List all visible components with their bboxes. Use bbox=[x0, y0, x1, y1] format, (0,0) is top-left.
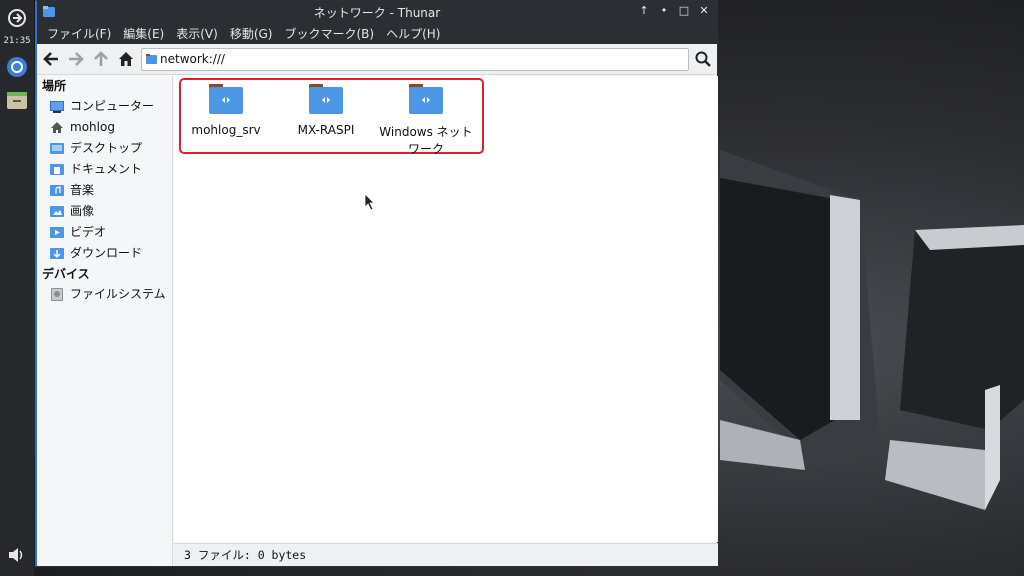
menu-file[interactable]: ファイル(F) bbox=[41, 25, 117, 42]
sidebar-heading-places: 場所 bbox=[42, 79, 67, 93]
sidebar-item-label: ダウンロード bbox=[70, 246, 143, 260]
sidebar-item-pictures[interactable]: 画像 bbox=[37, 201, 172, 222]
file-item-label-line2: ワーク bbox=[407, 142, 444, 156]
close-button[interactable]: ✕ bbox=[695, 3, 713, 19]
thunar-window: ネットワーク - Thunar ↑ • □ ✕ ファイル(F) 編集(E) 表示… bbox=[35, 0, 718, 567]
mouse-pointer-icon bbox=[364, 193, 375, 211]
sidebar: 場所 コンピューター mohlog デスクトップ ドキュメント 音楽 画像 ビデ… bbox=[37, 76, 173, 566]
menu-help[interactable]: ヘルプ(H) bbox=[380, 25, 446, 42]
file-item-label: Windows ネット bbox=[379, 125, 473, 139]
computer-icon bbox=[50, 101, 64, 113]
logout-icon[interactable] bbox=[5, 6, 29, 30]
file-view[interactable]: mohlog_srv MX-RASPI Windows ネット ワーク bbox=[174, 76, 718, 542]
file-item-label: MX-RASPI bbox=[297, 123, 355, 137]
location-input[interactable]: network:/// bbox=[160, 52, 225, 66]
file-manager-launcher-icon[interactable] bbox=[5, 88, 29, 112]
documents-folder-icon bbox=[50, 164, 64, 175]
sidebar-item-music[interactable]: 音楽 bbox=[37, 180, 172, 201]
toolbar: network:/// bbox=[37, 44, 717, 75]
network-folder-icon bbox=[409, 84, 443, 114]
sidebar-item-label: デスクトップ bbox=[70, 141, 143, 155]
menu-go[interactable]: 移動(G) bbox=[224, 25, 279, 42]
up-arrow-icon[interactable] bbox=[90, 48, 112, 70]
keep-above-button[interactable]: ↑ bbox=[635, 3, 653, 19]
browser-launcher-icon[interactable] bbox=[5, 55, 29, 79]
sidebar-heading-devices: デバイス bbox=[42, 267, 90, 281]
minimize-button[interactable]: • bbox=[655, 3, 673, 19]
network-share-item[interactable]: MX-RASPI bbox=[276, 84, 376, 137]
panel-clock[interactable]: 21:35 bbox=[0, 36, 34, 46]
maximize-button[interactable]: □ bbox=[675, 3, 693, 19]
sidebar-item-videos[interactable]: ビデオ bbox=[37, 222, 172, 243]
videos-folder-icon bbox=[50, 227, 64, 238]
status-bar: 3 ファイル: 0 bytes bbox=[174, 543, 718, 566]
menubar: ファイル(F) 編集(E) 表示(V) 移動(G) ブックマーク(B) ヘルプ(… bbox=[37, 22, 717, 44]
network-folder-icon bbox=[309, 84, 343, 114]
network-share-item[interactable]: Windows ネット ワーク bbox=[376, 84, 476, 157]
menu-bookmarks[interactable]: ブックマーク(B) bbox=[278, 25, 380, 42]
sidebar-item-desktop[interactable]: デスクトップ bbox=[37, 138, 172, 159]
forward-arrow-icon[interactable] bbox=[65, 48, 87, 70]
sidebar-item-label: ドキュメント bbox=[70, 162, 143, 176]
left-panel: 21:35 bbox=[0, 0, 34, 576]
sidebar-item-label: 画像 bbox=[70, 204, 95, 218]
drive-icon bbox=[51, 288, 63, 301]
sidebar-item-filesystem[interactable]: ファイルシステム bbox=[37, 284, 172, 305]
sidebar-item-downloads[interactable]: ダウンロード bbox=[37, 243, 172, 264]
sidebar-item-home[interactable]: mohlog bbox=[37, 117, 172, 138]
search-icon[interactable] bbox=[692, 48, 714, 70]
sidebar-item-label: 音楽 bbox=[70, 183, 95, 197]
volume-icon[interactable] bbox=[5, 543, 29, 567]
music-folder-icon bbox=[50, 185, 64, 196]
back-arrow-icon[interactable] bbox=[40, 48, 62, 70]
pictures-folder-icon bbox=[50, 206, 64, 217]
downloads-folder-icon bbox=[50, 248, 64, 259]
sidebar-item-computer[interactable]: コンピューター bbox=[37, 96, 172, 117]
desktop-folder-icon bbox=[50, 143, 64, 154]
network-folder-icon bbox=[209, 84, 243, 114]
sidebar-item-label: ファイルシステム bbox=[70, 287, 166, 301]
window-title: ネットワーク - Thunar bbox=[313, 6, 441, 20]
file-item-label: mohlog_srv bbox=[191, 123, 261, 137]
sidebar-item-label: コンピューター bbox=[70, 99, 155, 113]
sidebar-item-documents[interactable]: ドキュメント bbox=[37, 159, 172, 180]
sidebar-item-label: ビデオ bbox=[70, 225, 107, 239]
sidebar-item-label: mohlog bbox=[70, 120, 115, 134]
home-icon[interactable] bbox=[115, 48, 137, 70]
menu-edit[interactable]: 編集(E) bbox=[117, 25, 170, 42]
location-bar[interactable]: network:/// bbox=[141, 48, 689, 71]
menu-view[interactable]: 表示(V) bbox=[170, 25, 224, 42]
window-titlebar[interactable]: ネットワーク - Thunar ↑ • □ ✕ bbox=[37, 1, 717, 22]
home-icon bbox=[51, 122, 63, 133]
network-folder-icon bbox=[146, 54, 157, 64]
network-share-item[interactable]: mohlog_srv bbox=[176, 84, 276, 137]
